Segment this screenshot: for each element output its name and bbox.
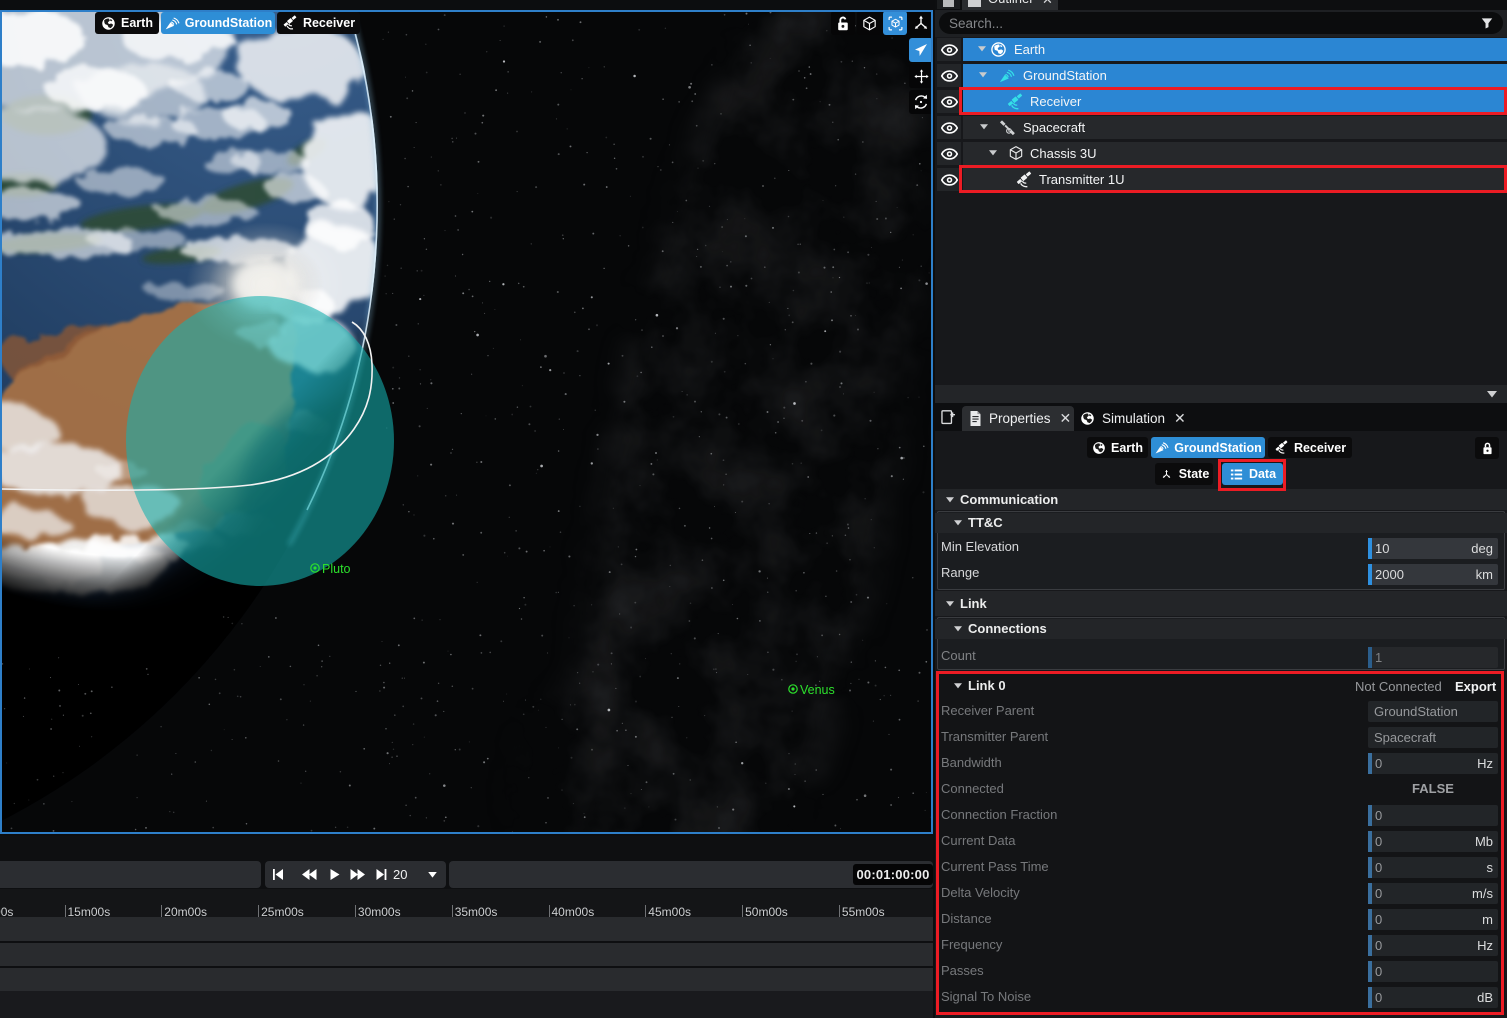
svg-text:Pluto: Pluto <box>322 562 351 576</box>
svg-text:Venus: Venus <box>800 683 835 697</box>
